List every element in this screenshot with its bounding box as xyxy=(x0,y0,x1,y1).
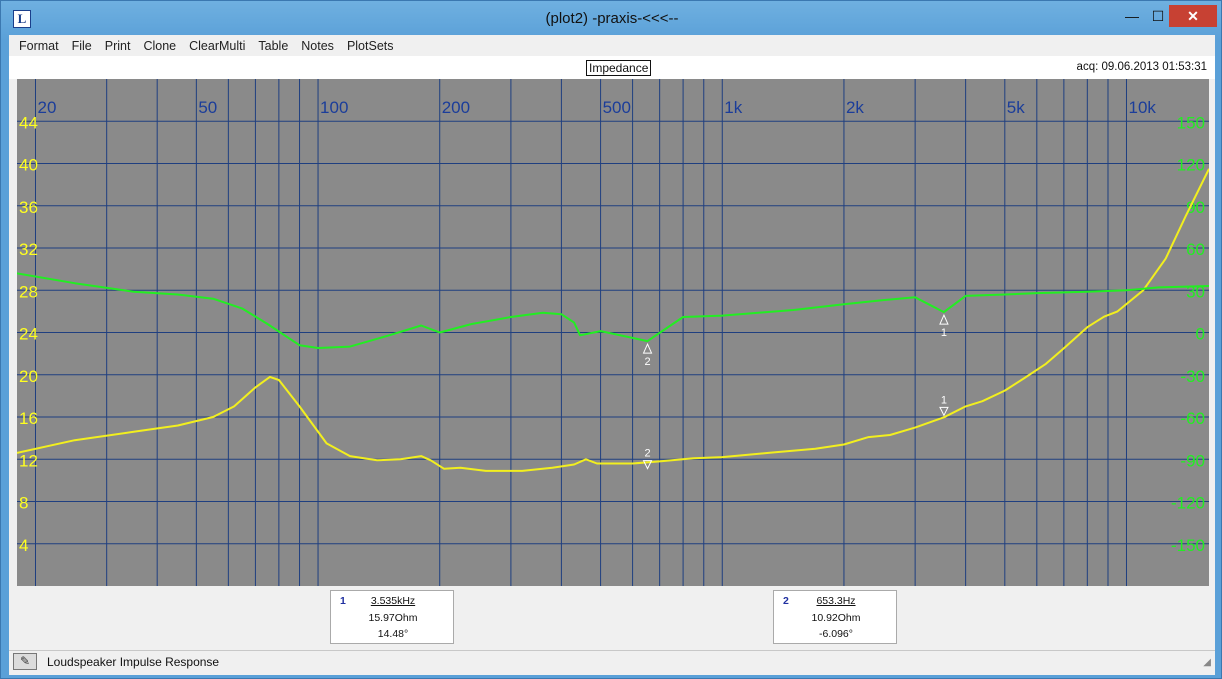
marker-frequency[interactable]: 3.535kHz xyxy=(331,595,455,607)
x-tick-label: 100 xyxy=(320,98,348,117)
x-tick-label: 2k xyxy=(846,98,864,117)
phase-marker-label: 1 xyxy=(941,327,947,339)
y-left-tick-label: 12 xyxy=(19,451,38,470)
x-tick-label: 10k xyxy=(1128,98,1156,117)
y-left-tick-label: 20 xyxy=(19,367,38,386)
marker-panel-1[interactable]: 1 3.535kHz 15.97Ohm 14.48° xyxy=(330,590,454,644)
app-window: L (plot2) -praxis-<<<-- — ☐ ✕ Format Fil… xyxy=(0,0,1222,679)
x-tick-label: 5k xyxy=(1007,98,1025,117)
menu-clone[interactable]: Clone xyxy=(143,39,176,53)
y-left-tick-label: 16 xyxy=(19,409,38,428)
window-title: (plot2) -praxis-<<<-- xyxy=(545,10,679,27)
y-left-tick-label: 28 xyxy=(19,282,38,301)
y-left-tick-label: 24 xyxy=(19,325,38,344)
y-left-tick-label: 44 xyxy=(19,113,38,132)
title-bar[interactable]: L (plot2) -praxis-<<<-- — ☐ ✕ xyxy=(1,1,1222,35)
x-tick-label: 500 xyxy=(603,98,631,117)
menu-bar: Format File Print Clone ClearMulti Table… xyxy=(9,35,1215,56)
y-right-tick-label: -150 xyxy=(1171,536,1205,555)
impedance-marker-label: 2 xyxy=(644,448,650,460)
impedance-marker-label: 1 xyxy=(941,394,947,406)
phase-marker-1 xyxy=(939,313,949,325)
close-button[interactable]: ✕ xyxy=(1169,5,1217,27)
resize-grip-icon[interactable]: ◢ xyxy=(1203,657,1211,668)
plot-title[interactable]: Impedance xyxy=(586,60,652,76)
x-tick-label: 200 xyxy=(442,98,470,117)
marker-strip: 1 3.535kHz 15.97Ohm 14.48° 2 653.3Hz 10.… xyxy=(17,586,1209,648)
client-area: Format File Print Clone ClearMulti Table… xyxy=(9,35,1215,675)
impedance-chart[interactable]: 20 50 100 200 500 1k 2k 5k 10k481216202428323640… xyxy=(17,79,1209,586)
marker-panel-2[interactable]: 2 653.3Hz 10.92Ohm -6.096° xyxy=(773,590,897,644)
y-left-tick-label: 32 xyxy=(19,240,38,259)
plot-header: Impedance acq: 09.06.2013 01:53:31 xyxy=(9,56,1215,79)
phase-marker-2 xyxy=(642,342,653,354)
menu-clearmulti[interactable]: ClearMulti xyxy=(189,39,245,53)
x-tick-label: 50 xyxy=(198,98,217,117)
y-left-tick-label: 40 xyxy=(19,156,38,175)
y-right-tick-label: 0 xyxy=(1196,325,1205,344)
x-tick-label: 20 xyxy=(37,98,56,117)
menu-notes[interactable]: Notes xyxy=(301,39,334,53)
phase-marker-label: 2 xyxy=(644,356,650,368)
y-right-tick-label: -120 xyxy=(1171,494,1205,513)
y-right-tick-label: -30 xyxy=(1180,367,1205,386)
acquisition-timestamp: acq: 09.06.2013 01:53:31 xyxy=(1076,61,1207,73)
menu-print[interactable]: Print xyxy=(105,39,131,53)
y-left-tick-label: 36 xyxy=(19,198,38,217)
y-right-tick-label: -60 xyxy=(1180,409,1205,428)
y-right-tick-label: 120 xyxy=(1177,156,1205,175)
status-text: Loudspeaker Impulse Response xyxy=(47,655,220,669)
marker-impedance: 15.97Ohm xyxy=(368,612,418,624)
y-right-tick-label: 150 xyxy=(1177,113,1205,132)
y-right-tick-label: 60 xyxy=(1186,240,1205,259)
marker-phase: -6.096° xyxy=(819,628,853,640)
y-left-tick-label: 8 xyxy=(19,494,28,513)
impedance-curve xyxy=(17,168,1209,472)
marker-phase: 14.48° xyxy=(377,628,409,640)
y-right-tick-label: -90 xyxy=(1180,451,1205,470)
impedance-marker-1 xyxy=(939,406,949,417)
x-tick-label: 1k xyxy=(724,98,742,117)
marker-impedance: 10.92Ohm xyxy=(811,612,861,624)
phase-curve xyxy=(17,272,1209,349)
menu-plotsets[interactable]: PlotSets xyxy=(347,39,394,53)
status-bar: ✎ Loudspeaker Impulse Response ◢ xyxy=(9,650,1215,672)
menu-file[interactable]: File xyxy=(72,39,92,53)
y-right-tick-label: 30 xyxy=(1186,282,1205,301)
menu-format[interactable]: Format xyxy=(19,39,59,53)
pencil-icon[interactable]: ✎ xyxy=(13,653,37,670)
plot-area[interactable]: 20 50 100 200 500 1k 2k 5k 10k 4 8 12 16 20 24 28 32 36 40… xyxy=(17,79,1209,586)
marker-frequency[interactable]: 653.3Hz xyxy=(774,595,898,607)
menu-table[interactable]: Table xyxy=(258,39,288,53)
y-right-tick-label: 90 xyxy=(1186,198,1205,217)
y-left-tick-label: 4 xyxy=(19,536,28,555)
